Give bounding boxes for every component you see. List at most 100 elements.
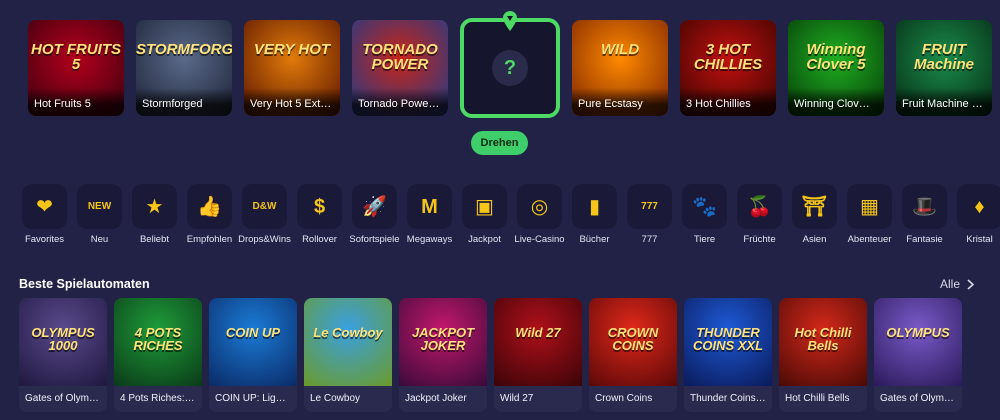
category-label: Asien (802, 234, 827, 245)
category-tiere[interactable]: 🐾 Tiere (682, 184, 727, 245)
game-name: Hot Fruits 5 (28, 88, 124, 116)
category-fantasie[interactable]: 🎩 Fantasie (902, 184, 947, 245)
game-art-title: THUNDER COINS XXL (692, 325, 764, 353)
mystery-slot[interactable]: ? (460, 11, 560, 118)
reel-game-card[interactable]: TORNADO POWER Tornado Powe… (352, 20, 448, 116)
category-rollover[interactable]: $ Rollover (297, 184, 342, 245)
category-tile[interactable]: 👍 (187, 184, 232, 229)
game-card[interactable]: Hot Chilli Bells Hot Chilli Bells (779, 298, 867, 412)
game-name: Stormforged (136, 88, 232, 116)
game-card[interactable]: Wild 27 Wild 27 (494, 298, 582, 412)
category-label: Fantasie (906, 234, 943, 245)
game-artwork (874, 298, 962, 386)
category-tile[interactable]: 🚀 (352, 184, 397, 229)
drops-wins-icon: D&W (252, 200, 277, 212)
paw-icon: 🐾 (692, 195, 717, 218)
chevron-right-icon (967, 278, 974, 290)
game-name: Hot Chilli Bells (779, 386, 867, 412)
category-label: Tiere (693, 234, 716, 245)
category-früchte[interactable]: 🍒 Früchte (737, 184, 782, 245)
category-tile[interactable]: M (407, 184, 452, 229)
game-card[interactable]: 4 POTS RICHES 4 Pots Riches: Su… (114, 298, 202, 412)
question-mark-icon: ? (492, 50, 528, 86)
game-name: Crown Coins (589, 386, 677, 412)
category-tile[interactable]: ★ (132, 184, 177, 229)
category-tile[interactable]: ◎ (517, 184, 562, 229)
game-card[interactable]: OLYMPUS Gates of Olympu… (874, 298, 962, 412)
game-art-title: Hot Chilli Bells (794, 325, 852, 353)
see-all-link[interactable]: Alle (940, 277, 974, 291)
magic-hat-icon: 🎩 (912, 195, 937, 218)
game-card[interactable]: OLYMPUS 1000 Gates of Olympu… (19, 298, 107, 412)
slot-reel: HOT FRUITS 5 Hot Fruits 5 STORMFORGED Storm… (28, 11, 992, 118)
game-name: Very Hot 5 Ext… (244, 88, 340, 116)
category-tile[interactable]: ▮ (572, 184, 617, 229)
game-name: Gates of Olympu… (874, 386, 962, 412)
category-tile[interactable]: ♦ (957, 184, 1000, 229)
category-tile[interactable]: ⛩ (792, 184, 837, 229)
game-name: 4 Pots Riches: Su… (114, 386, 202, 412)
category-beliebt[interactable]: ★ Beliebt (132, 184, 177, 245)
game-card[interactable]: JACKPOT JOKER Jackpot Joker (399, 298, 487, 412)
category-abenteuer[interactable]: ▦ Abenteuer (847, 184, 892, 245)
reel-game-card[interactable]: 3 HOT CHILLIES 3 Hot Chillies (680, 20, 776, 116)
category-tile[interactable]: 🐾 (682, 184, 727, 229)
category-asien[interactable]: ⛩ Asien (792, 184, 837, 245)
category-tile[interactable]: 🍒 (737, 184, 782, 229)
game-art-title: TORNADO POWER (362, 41, 438, 73)
game-art-title: 3 HOT CHILLIES (693, 41, 763, 73)
category-tile[interactable]: 777 (627, 184, 672, 229)
reel-game-card[interactable]: Winning Clover 5 Winning Clov… (788, 20, 884, 116)
category-sofortspiele[interactable]: 🚀 Sofortspiele (349, 184, 400, 245)
sevens-icon: 777 (641, 200, 658, 212)
game-name: COIN UP: Lightning (209, 386, 297, 412)
game-card[interactable]: THUNDER COINS XXL Thunder Coins X… (684, 298, 772, 412)
category-bar: ❤ Favorites NEW Neu ★ Beliebt 👍 Empfohlen D&W Dro… (22, 184, 1000, 245)
category-live-casino[interactable]: ◎ Live-Casino (514, 184, 565, 245)
book-icon: ▮ (588, 195, 600, 218)
game-art-title: HOT FRUITS 5 (31, 41, 121, 73)
jackpot-icon: ▣ (475, 195, 494, 218)
category-tile[interactable]: ▦ (847, 184, 892, 229)
category-777[interactable]: 777 777 (627, 184, 672, 245)
thumbs-up-icon: 👍 (197, 195, 222, 218)
star-icon: ★ (145, 195, 164, 218)
category-favorites[interactable]: ❤ Favorites (22, 184, 67, 245)
category-tile[interactable]: ❤ (22, 184, 67, 229)
game-card[interactable]: COIN UP COIN UP: Lightning (209, 298, 297, 412)
spin-button[interactable]: Drehen (471, 131, 528, 155)
game-card[interactable]: CROWN COINS Crown Coins (589, 298, 677, 412)
game-art-title: COIN UP (225, 325, 281, 340)
chip-icon: ◎ (530, 195, 549, 218)
category-tile[interactable]: NEW (77, 184, 122, 229)
category-drops-wins[interactable]: D&W Drops&Wins (238, 184, 291, 245)
game-card[interactable]: Le Cowboy Le Cowboy (304, 298, 392, 412)
category-empfohlen[interactable]: 👍 Empfohlen (187, 184, 232, 245)
category-tile[interactable]: $ (297, 184, 342, 229)
game-art-title: Le Cowboy (313, 325, 383, 340)
reel-game-card[interactable]: WILD Pure Ecstasy (572, 20, 668, 116)
category-tile[interactable]: D&W (242, 184, 287, 229)
category-megaways[interactable]: M Megaways (407, 184, 452, 245)
pointer-pin-icon (503, 11, 517, 31)
game-name: Jackpot Joker (399, 386, 487, 412)
reel-game-card[interactable]: FRUIT Machine Fruit Machine … (896, 20, 992, 116)
category-tile[interactable]: 🎩 (902, 184, 947, 229)
chest-icon: ▦ (860, 195, 879, 218)
pagoda-icon: ⛩ (801, 195, 828, 218)
dollar-icon: $ (313, 195, 326, 218)
reel-game-card[interactable]: VERY HOT Very Hot 5 Ext… (244, 20, 340, 116)
game-art-title: OLYMPUS 1000 (31, 325, 95, 353)
reel-game-card[interactable]: HOT FRUITS 5 Hot Fruits 5 (28, 20, 124, 116)
section-title: Beste Spielautomaten (19, 277, 150, 291)
reel-game-card[interactable]: STORMFORGED Stormforged (136, 20, 232, 116)
cherry-icon: 🍒 (747, 195, 772, 218)
category-kristal[interactable]: ♦ Kristal (957, 184, 1000, 245)
category-neu[interactable]: NEW Neu (77, 184, 122, 245)
category-bücher[interactable]: ▮ Bücher (572, 184, 617, 245)
category-label: Rollover (302, 234, 337, 245)
game-art-title: WILD (600, 41, 640, 58)
category-jackpot[interactable]: ▣ Jackpot (462, 184, 507, 245)
category-tile[interactable]: ▣ (462, 184, 507, 229)
category-label: Megaways (406, 234, 453, 245)
